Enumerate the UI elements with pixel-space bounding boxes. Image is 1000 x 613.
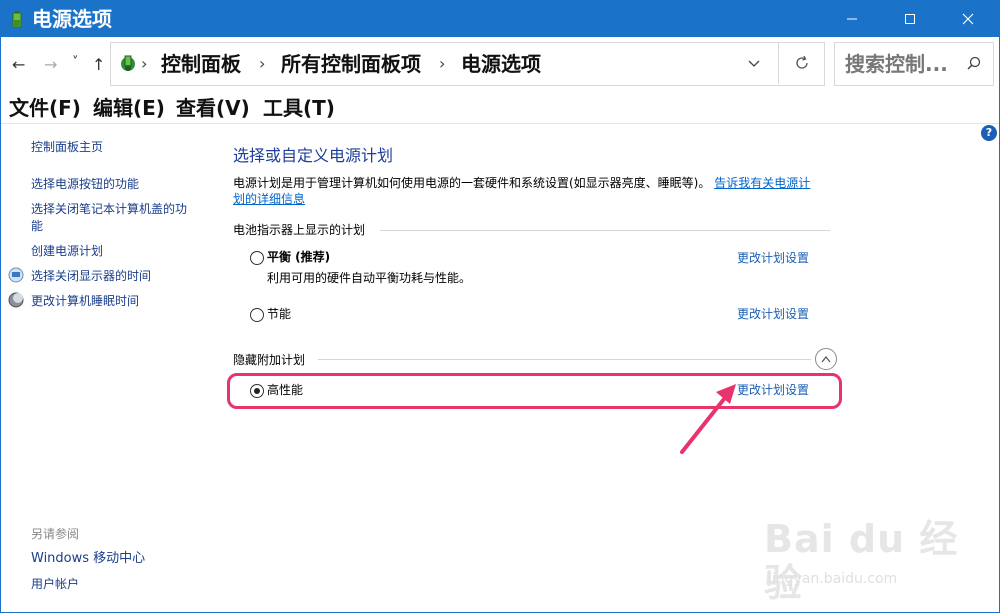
refresh-button[interactable] [778, 42, 825, 84]
sidebar-item-lid-close-cont[interactable]: 能 [31, 218, 43, 234]
plan-balanced-name[interactable]: 平衡 (推荐) [267, 249, 330, 265]
plan-power-saver-radio[interactable] [250, 308, 264, 322]
breadcrumb-control-panel[interactable]: 控制面板 [161, 51, 241, 77]
forward-button[interactable]: → [44, 56, 57, 74]
search-placeholder: 搜索控制... [845, 52, 948, 76]
minimize-button[interactable] [823, 1, 881, 37]
breadcrumb-all-items[interactable]: 所有控制面板项 [281, 51, 421, 77]
sidebar-control-panel-home[interactable]: 控制面板主页 [31, 139, 103, 155]
menu-view[interactable]: 查看(V) [176, 95, 250, 121]
back-button[interactable]: ← [12, 56, 25, 74]
annotation-arrow-icon [680, 384, 736, 454]
power-options-icon [12, 11, 22, 28]
see-also-user-accounts[interactable]: 用户帐户 [31, 576, 79, 592]
sidebar-item-sleep-time[interactable]: 更改计算机睡眠时间 [31, 293, 139, 309]
sidebar-item-display-off[interactable]: 选择关闭显示器的时间 [31, 268, 151, 284]
chevron-down-icon[interactable] [747, 56, 761, 70]
plan-power-saver-name[interactable]: 节能 [267, 306, 291, 322]
up-button[interactable]: ↑ [92, 56, 105, 74]
recent-locations-button[interactable]: ˅ [72, 54, 79, 72]
close-button[interactable] [939, 1, 997, 37]
plan-power-saver-change-link[interactable]: 更改计划设置 [737, 306, 809, 322]
plan-balanced-radio[interactable] [250, 251, 264, 265]
see-also-mobility-center[interactable]: Windows 移动中心 [31, 551, 145, 567]
watermark-logo: Bai du 经验 [764, 517, 959, 605]
menu-bar: 文件(F) 编辑(E) 查看(V) 工具(T) [1, 92, 999, 124]
watermark-url: jingyan.baidu.com [768, 571, 898, 587]
close-icon [962, 13, 974, 25]
group-divider [380, 230, 830, 231]
sidebar-item-create-plan[interactable]: 创建电源计划 [31, 243, 103, 259]
learn-more-link[interactable]: 告诉我有关电源计 [714, 176, 810, 190]
address-bar[interactable]: › 控制面板 › 所有控制面板项 › 电源选项 [110, 42, 825, 86]
breadcrumb-separator: › [141, 54, 148, 73]
title-bar: 电源选项 [1, 1, 999, 37]
menu-edit[interactable]: 编辑(E) [93, 95, 165, 121]
menu-file[interactable]: 文件(F) [9, 95, 81, 121]
plan-balanced-change-link[interactable]: 更改计划设置 [737, 250, 809, 266]
breadcrumb-separator: › [259, 54, 266, 73]
refresh-icon [796, 55, 808, 69]
see-also-title: 另请参阅 [31, 527, 80, 541]
breadcrumb-power-options[interactable]: 电源选项 [461, 51, 541, 77]
plan-balanced-description: 利用可用的硬件自动平衡功耗与性能。 [267, 271, 472, 285]
collapse-hidden-plans-button[interactable] [815, 348, 837, 370]
description-text: 电源计划是用于管理计算机如何使用电源的一套硬件和系统设置(如显示器亮度、睡眠等)… [233, 176, 711, 190]
search-box[interactable]: 搜索控制... [834, 42, 994, 86]
minimize-icon [847, 18, 857, 20]
chevron-up-icon [821, 356, 831, 363]
window-title: 电源选项 [32, 7, 112, 31]
watermark: Bai du 经验 jingyan.baidu.com [760, 505, 970, 605]
page-title: 选择或自定义电源计划 [233, 146, 394, 165]
breadcrumb-separator: › [439, 54, 446, 73]
group-divider [318, 359, 811, 360]
maximize-button[interactable] [881, 1, 939, 37]
search-icon[interactable] [967, 56, 981, 70]
help-button[interactable]: ? [981, 125, 997, 141]
page-description: 电源计划是用于管理计算机如何使用电源的一套硬件和系统设置(如显示器亮度、睡眠等)… [233, 175, 833, 207]
menu-tools[interactable]: 工具(T) [263, 95, 335, 121]
battery-plans-header: 电池指示器上显示的计划 [233, 223, 366, 237]
display-icon [8, 267, 24, 283]
sidebar-item-power-buttons[interactable]: 选择电源按钮的功能 [31, 176, 139, 192]
learn-more-link-cont[interactable]: 划的详细信息 [233, 192, 305, 206]
sleep-icon [8, 292, 24, 308]
hidden-plans-header: 隐藏附加计划 [233, 353, 306, 367]
control-panel-icon [121, 55, 135, 71]
maximize-icon [905, 14, 915, 24]
sidebar-item-lid-close[interactable]: 选择关闭笔记本计算机盖的功 [31, 201, 187, 217]
